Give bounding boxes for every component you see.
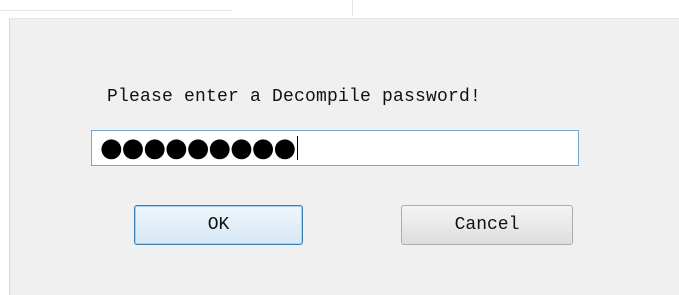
password-mask: ●●●●●●●●● xyxy=(100,133,296,163)
text-caret xyxy=(297,136,299,160)
cancel-button[interactable]: Cancel xyxy=(401,205,573,245)
background-divider xyxy=(0,10,232,11)
prompt-label: Please enter a Decompile password! xyxy=(107,87,482,107)
password-value: ●●●●●●●●● xyxy=(100,133,299,163)
background-window xyxy=(0,0,679,18)
password-dialog: Please enter a Decompile password! ●●●●●… xyxy=(9,18,679,295)
ok-button[interactable]: OK xyxy=(134,205,303,245)
background-separator xyxy=(352,0,353,16)
password-field[interactable]: ●●●●●●●●● xyxy=(91,130,579,166)
